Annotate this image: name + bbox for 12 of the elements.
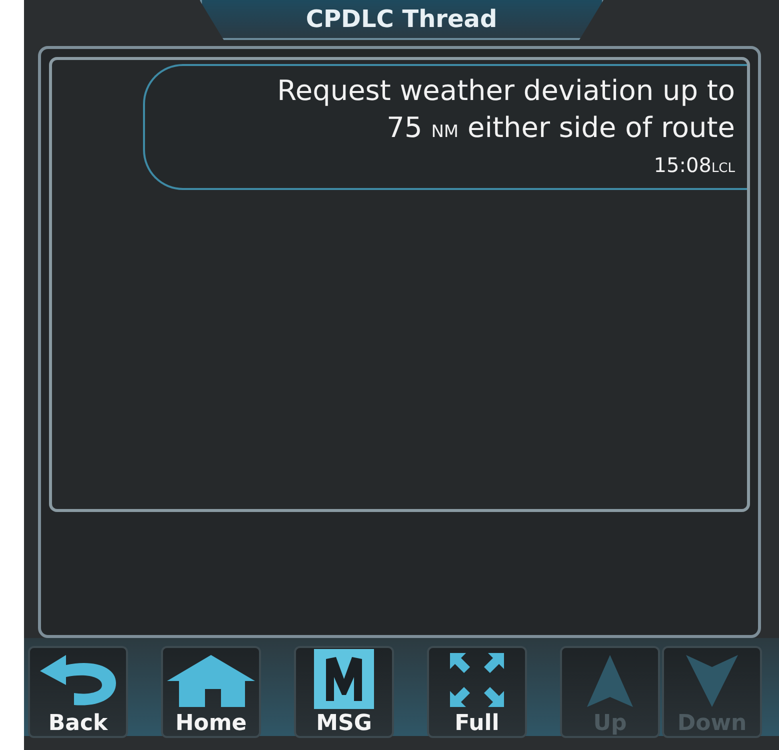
m-letter-icon [314,649,374,709]
expand-arrows-icon [448,651,506,709]
message-text: Request weather deviation up to 75 NM either side of route [277,73,735,146]
house-icon [165,653,257,709]
message-time: 15:08LCL [654,153,735,177]
softkey-button[interactable]: MSG [294,646,394,738]
softkey-button[interactable]: Full [427,646,527,738]
softkey-button[interactable]: Back [28,646,128,738]
up-arrow-icon [585,653,635,709]
window-title: CPDLC Thread [200,0,604,40]
softkey-button[interactable]: Home [161,646,261,738]
down-arrow-icon [684,653,740,709]
